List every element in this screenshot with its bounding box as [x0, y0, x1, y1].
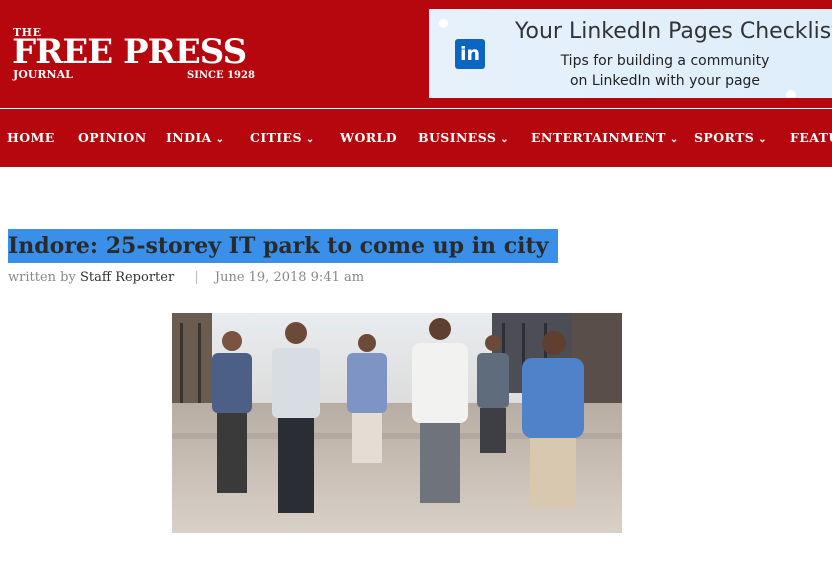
nav-cities[interactable]: CITIES ⌄: [250, 130, 315, 145]
linkedin-ad-banner[interactable]: in Your LinkedIn Pages Checklist Tips fo…: [429, 9, 832, 98]
photo-illustration: [172, 313, 622, 533]
nav-features[interactable]: FEATU: [790, 130, 832, 145]
nav-entertainment[interactable]: ENTERTAINMENT ⌄: [531, 130, 679, 145]
chevron-down-icon: ⌄: [305, 134, 315, 145]
logo-journal: JOURNAL: [13, 68, 73, 81]
article-title: Indore: 25-storey IT park to come up in …: [8, 229, 559, 263]
nav-opinion[interactable]: OPINION: [78, 130, 147, 145]
ad-line-1: Tips for building a community: [560, 53, 770, 69]
nav-world[interactable]: WORLD: [340, 130, 397, 145]
chevron-down-icon: ⌄: [500, 134, 510, 145]
chevron-down-icon: ⌄: [215, 134, 225, 145]
nav-business[interactable]: BUSINESS ⌄: [418, 130, 509, 145]
logo-name: FREE PRESS: [12, 32, 247, 72]
author-link[interactable]: Staff Reporter: [80, 270, 174, 285]
linkedin-icon: in: [455, 39, 485, 69]
article-photo: [172, 313, 622, 533]
ad-subtitle: Tips for building a community on LinkedI…: [515, 51, 815, 91]
ad-title: Your LinkedIn Pages Checklist: [515, 19, 832, 44]
nav-sports[interactable]: SPORTS ⌄: [694, 130, 767, 145]
byline-separator: |: [194, 270, 199, 285]
decorative-dot: [786, 90, 796, 98]
logo-since: SINCE 1928: [187, 70, 255, 81]
nav-india[interactable]: INDIA ⌄: [166, 130, 224, 145]
chevron-down-icon: ⌄: [669, 134, 679, 145]
site-header: THE FREE PRESS JOURNAL SINCE 1928 in You…: [0, 0, 832, 108]
written-by-label: written by: [8, 270, 76, 285]
chevron-down-icon: ⌄: [758, 134, 767, 145]
nav-home[interactable]: HOME: [7, 130, 55, 145]
site-logo[interactable]: THE FREE PRESS JOURNAL SINCE 1928: [12, 22, 257, 84]
article-byline: written by Staff Reporter | June 19, 201…: [8, 270, 364, 285]
decorative-dot: [439, 19, 448, 28]
main-nav: HOME OPINION INDIA ⌄ CITIES ⌄ WORLD BUSINE…: [0, 109, 832, 167]
ad-line-2: on LinkedIn with your page: [569, 73, 761, 89]
publish-date: June 19, 2018 9:41 am: [214, 270, 365, 285]
